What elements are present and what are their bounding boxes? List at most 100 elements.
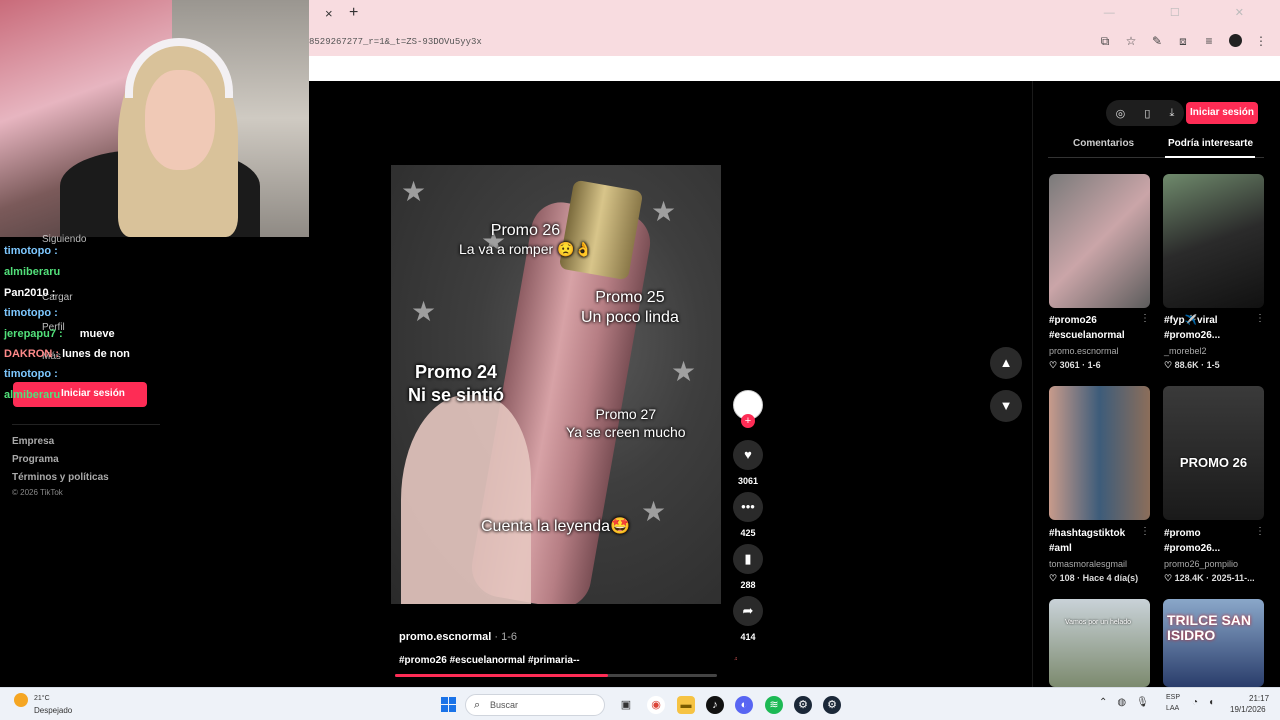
wifi-icon[interactable]: ◔ [1192,697,1198,708]
next-video-chevron-down-icon[interactable]: ▼ [990,390,1022,422]
more-options-icon[interactable]: ⋮ [1255,313,1265,324]
download-icon[interactable]: ⤓ [1170,107,1175,120]
chrome-icon[interactable]: ◉ [647,696,665,714]
video-text-promo25: Promo 25 Un poco linda [581,289,679,326]
windows-start-icon[interactable] [441,697,456,712]
spotify-icon[interactable]: ≋ [765,696,783,714]
suggested-title[interactable]: #hashtagstiktok [1049,526,1139,541]
weather-condition[interactable]: Despejado [34,706,72,715]
suggested-author[interactable]: tomasmoralesgmail [1049,559,1127,569]
address-bar: 8529267277_r=1&_t=ZS-93DOVu5yy3x ⧉ ☆ ✎ ⧈… [309,28,1280,56]
video-progress-bar[interactable] [395,674,717,677]
header-tools: ◎ ▯ ⤓ [1106,100,1184,126]
more-options-icon[interactable]: ⋮ [1140,526,1150,537]
volume-icon[interactable]: ◖ [1208,697,1214,708]
suggested-title[interactable]: #promo26... [1164,541,1254,556]
footer-link-terms[interactable]: Términos y políticas [12,472,109,483]
browser-tab-bar: × + — ☐ ✕ [309,0,1280,28]
suggested-title[interactable]: #promo26... [1164,328,1254,343]
microphone-icon[interactable]: 🎙 [1136,697,1149,708]
discord-icon[interactable]: ◐ [735,696,753,714]
device-icon[interactable]: ▯ [1144,107,1150,120]
video-text-promo24: Promo 24 Ni se sintió [408,362,505,405]
suggested-author[interactable]: _morebel2 [1164,346,1207,356]
suggested-video-thumb[interactable] [1049,174,1150,308]
new-tab-icon[interactable]: + [349,4,358,22]
suggested-video-thumb[interactable]: Vamos por un helado [1049,599,1150,687]
tab-comments[interactable]: Comentarios [1073,138,1134,149]
star-pattern: ★ [401,176,427,207]
suggested-video-thumb[interactable] [1163,174,1264,308]
profile-avatar-icon[interactable] [1228,34,1242,50]
file-explorer-icon[interactable]: ▬ [677,696,695,714]
star-pattern: ★ [651,196,677,227]
media-icon[interactable]: ≡ [1202,34,1216,50]
clock-date[interactable]: 19/1/2026 [1230,705,1266,714]
comment-count: 425 [740,528,756,538]
nav-following[interactable]: Siguiendo [42,234,86,245]
tab-may-interest[interactable]: Podría interesarte [1168,138,1253,149]
right-panel-divider [1032,81,1033,687]
windows-taskbar: 21°C Despejado ⌕ Buscar ▣ ◉ ▬ ♪ ◐ ≋ ⚙ ⚙ … [0,687,1280,720]
video-player[interactable]: ★ ★ ★ ★ ★ ★ Promo 26 La va a romper 😟👌 P… [391,165,721,604]
bookmark-icon[interactable]: ▮ [733,544,763,574]
tray-overflow-chevron-icon[interactable]: ⌃ [1099,697,1107,708]
extension-icon[interactable]: ✎ [1150,34,1164,50]
footer-link-company[interactable]: Empresa [12,436,54,447]
active-tab-indicator [1165,156,1255,158]
suggested-title[interactable]: #promo26 [1049,313,1139,328]
clock-time[interactable]: 21:17 [1249,694,1269,703]
weather-temp[interactable]: 21°C [34,695,50,702]
task-view-icon[interactable]: ▣ [617,696,635,714]
window-controls[interactable]: — ☐ ✕ [1104,6,1270,19]
share-count: 414 [740,632,756,642]
page-header-strip [309,56,1280,81]
steam-icon[interactable]: ⚙ [823,696,841,714]
save-count: 288 [740,580,756,590]
suggested-stats: ♡ 128.4K · 2025-11-... [1164,573,1255,583]
keyboard-language[interactable]: ESP [1166,694,1180,701]
chat-line: timotopo : [4,368,58,380]
suggested-title[interactable]: #aml [1049,541,1139,556]
coin-icon[interactable]: ◎ [1116,107,1126,120]
url-field[interactable]: 8529267277_r=1&_t=ZS-93DOVu5yy3x [309,37,482,47]
taskbar-search[interactable]: ⌕ Buscar [465,694,605,716]
weather-sun-icon[interactable] [14,693,28,707]
tiktok-app-icon[interactable]: ♪ [706,696,724,714]
previous-video-chevron-up-icon[interactable]: ▲ [990,347,1022,379]
suggested-video-thumb[interactable]: TRILCE SAN ISIDRO [1163,599,1264,687]
more-options-icon[interactable]: ⋮ [1140,313,1150,324]
keyboard-layout[interactable]: LAA [1166,705,1179,712]
suggested-video-thumb[interactable]: PROMO 26 [1163,386,1264,520]
suggested-author[interactable]: promo26_pompilio [1164,559,1238,569]
network-icon[interactable]: ◍ [1117,697,1126,708]
search-placeholder: Buscar [490,700,519,710]
comment-icon[interactable]: ••• [733,492,763,522]
video-progress-fill [395,674,608,677]
suggested-title[interactable]: #escuelanormal [1049,328,1139,343]
steam-icon[interactable]: ⚙ [794,696,812,714]
tab-close-icon[interactable]: × [325,6,333,21]
more-options-icon[interactable]: ⋮ [1255,526,1265,537]
video-author[interactable]: promo.escnormal · 1-6 [399,631,517,643]
footer-link-program[interactable]: Programa [12,454,59,465]
suggested-video-thumb[interactable] [1049,386,1150,520]
video-text-promo26: Promo 26 La va a romper 😟👌 [459,222,592,257]
video-hashtags[interactable]: #promo26 #escuelanormal #primaria-- [399,655,580,666]
like-heart-icon[interactable]: ♥ [733,440,763,470]
left-sidebar: Siguiendo Cargar Perfil Más Iniciar sesi… [0,234,309,687]
puzzle-extensions-icon[interactable]: ⧈ [1176,34,1190,50]
suggested-author[interactable]: promo.escnormal [1049,346,1119,356]
header-login-button[interactable]: Iniciar sesión [1186,102,1258,124]
bookmark-star-icon[interactable]: ☆ [1124,34,1138,50]
suggested-title[interactable]: #promo [1164,526,1254,541]
star-pattern: ★ [671,356,697,387]
share-arrow-icon[interactable]: ➦ [733,596,763,626]
suggested-title[interactable]: #fyp✈️viral [1164,313,1254,328]
hand [401,395,531,604]
music-disc-icon[interactable]: ♫ [734,656,738,662]
like-count: 3061 [737,476,759,486]
install-app-icon[interactable]: ⧉ [1098,34,1112,50]
browser-menu-icon[interactable]: ⋮ [1254,34,1268,50]
follow-plus-icon[interactable]: + [741,414,755,428]
